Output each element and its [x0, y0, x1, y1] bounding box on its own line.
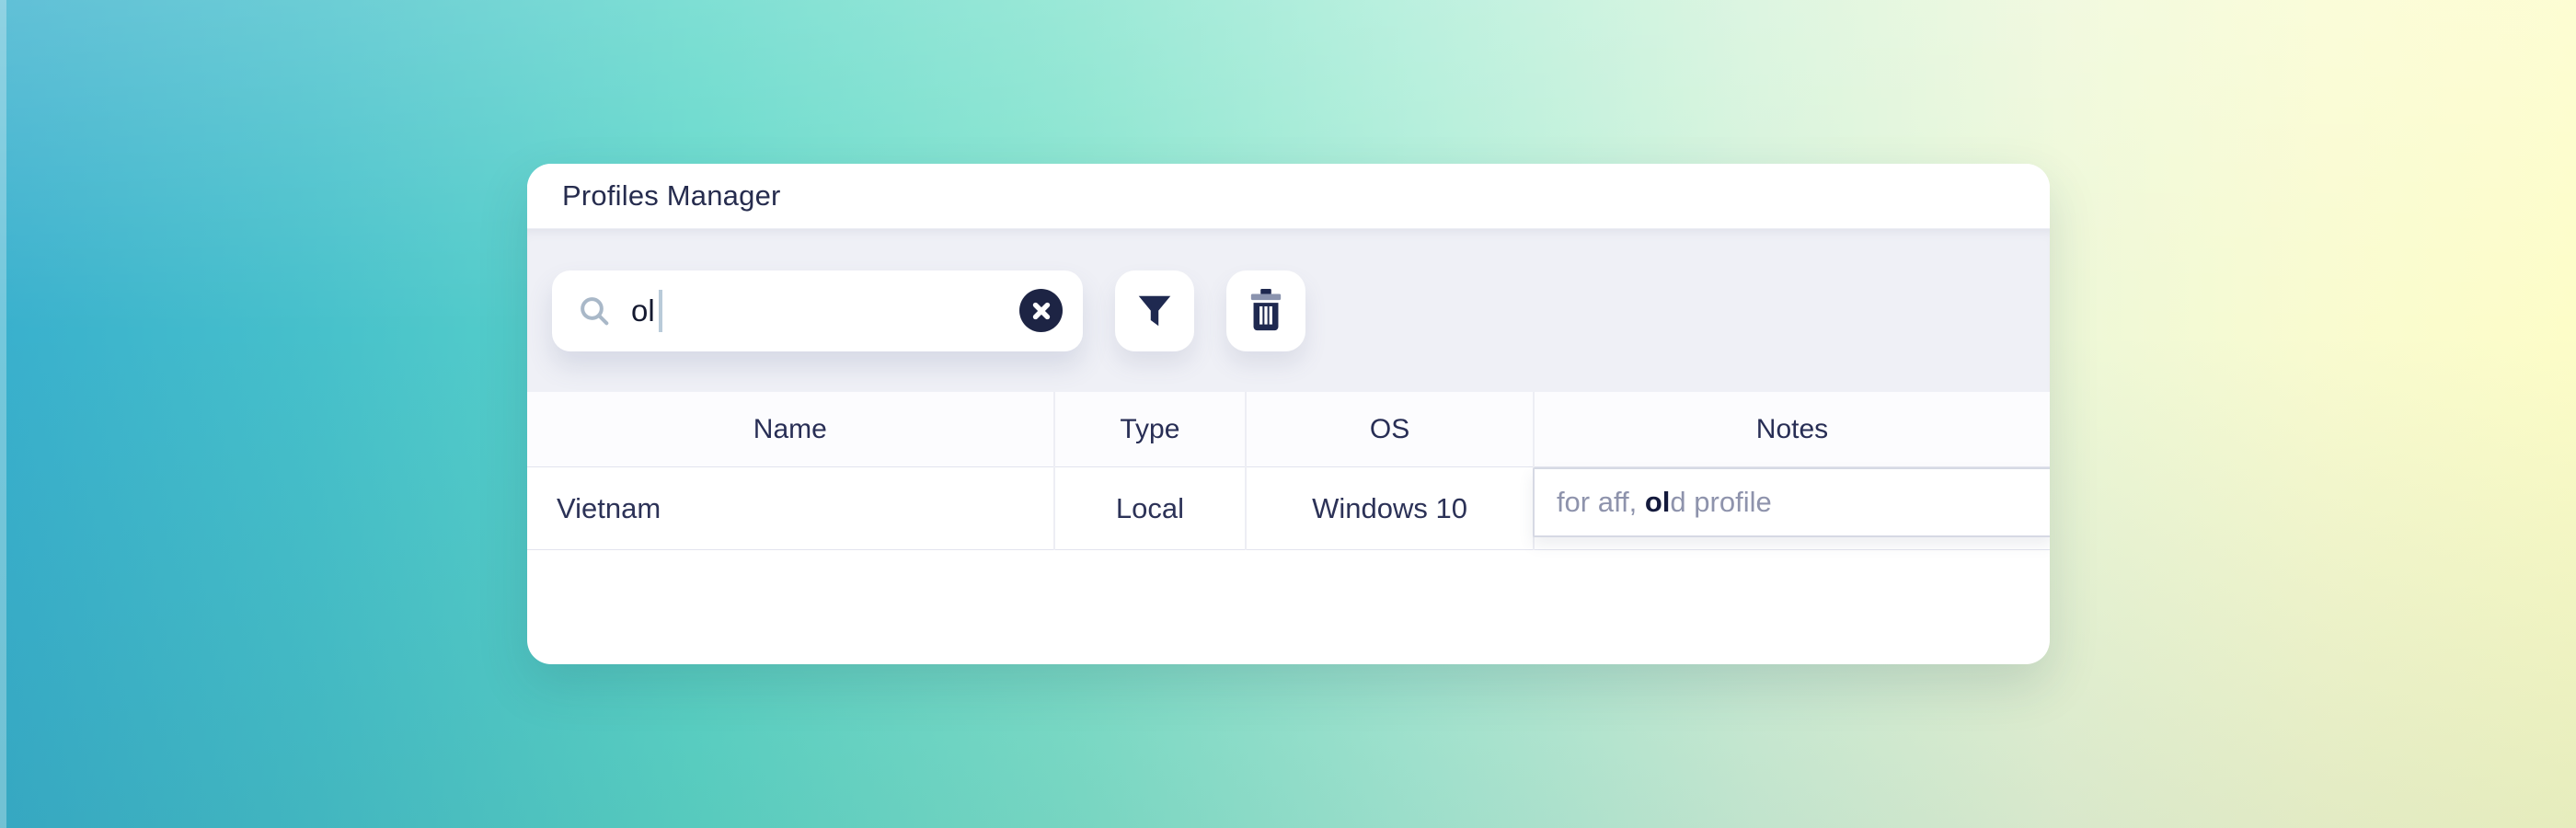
- cell-profile-name[interactable]: Vietnam: [527, 467, 1054, 550]
- title-bar: Profiles Manager: [527, 164, 2050, 229]
- text-cursor: [659, 290, 662, 332]
- column-header-name[interactable]: Name: [527, 392, 1054, 467]
- cell-profile-type[interactable]: Local: [1054, 467, 1247, 550]
- table-row[interactable]: Vietnam Local Windows 10 for aff, old pr…: [527, 467, 2050, 550]
- profiles-table: Name Type OS Notes Vietnam Local Windows…: [527, 392, 2050, 550]
- toolbar: ol: [527, 229, 2050, 392]
- search-query-text: ol: [631, 293, 655, 328]
- desktop-background: Profiles Manager ol: [0, 0, 2576, 828]
- page-title: Profiles Manager: [562, 179, 781, 213]
- notes-text-after: d profile: [1670, 486, 1771, 519]
- cell-profile-os[interactable]: Windows 10: [1246, 467, 1534, 550]
- cell-profile-notes[interactable]: for aff, old profile: [1534, 467, 2050, 550]
- column-header-type[interactable]: Type: [1054, 392, 1247, 467]
- search-icon: [576, 293, 613, 329]
- column-header-os[interactable]: OS: [1246, 392, 1534, 467]
- clear-search-button[interactable]: [1019, 289, 1063, 332]
- notes-editable-cell[interactable]: for aff, old profile: [1533, 467, 2050, 537]
- trash-icon: [1244, 288, 1288, 334]
- x-circle-icon: [1031, 301, 1052, 321]
- table-header-row: Name Type OS Notes: [527, 392, 2050, 467]
- filter-funnel-icon: [1133, 290, 1176, 332]
- delete-button[interactable]: [1226, 270, 1305, 351]
- notes-search-match: ol: [1645, 486, 1671, 519]
- search-input[interactable]: ol: [552, 270, 1083, 351]
- filter-button[interactable]: [1115, 270, 1194, 351]
- column-header-notes[interactable]: Notes: [1534, 392, 2050, 467]
- notes-text-before: for aff,: [1557, 486, 1645, 519]
- screen-edge-highlight: [0, 0, 6, 828]
- profiles-manager-window: Profiles Manager ol: [527, 164, 2050, 664]
